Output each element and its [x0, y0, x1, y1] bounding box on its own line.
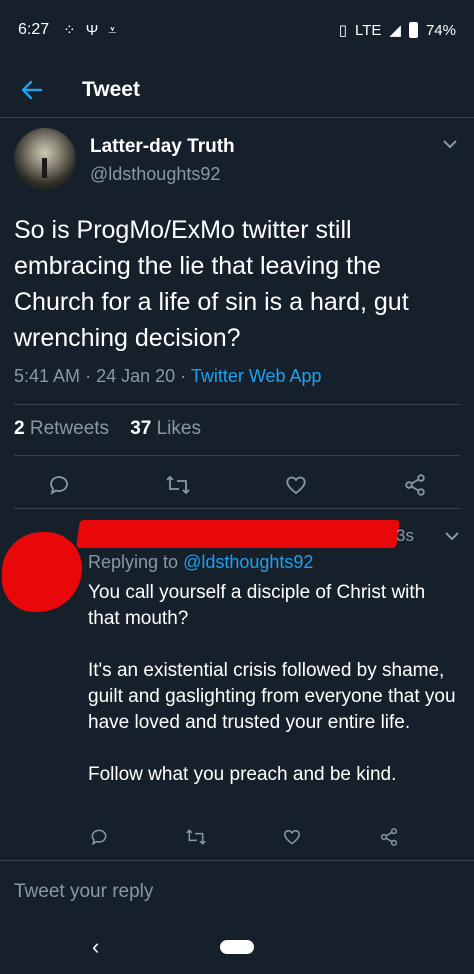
chevron-down-icon: [443, 140, 457, 149]
tweet-meta: 5:41 AM · 24 Jan 20 · Twitter Web App: [14, 366, 460, 387]
network-type: LTE: [355, 21, 382, 39]
retweets-label: Retweets: [29, 418, 110, 439]
status-right: ▯ LTE ◢ 74%: [338, 21, 456, 40]
reply-menu-button[interactable]: [444, 528, 460, 546]
signal-strength-icon: ◢: [389, 22, 401, 39]
reply-actions: [84, 822, 404, 852]
redaction-mark: [76, 520, 400, 548]
replying-label: Replying to: [88, 552, 179, 572]
status-left-icons: ⁘ Ψ ⩡: [63, 21, 117, 40]
author-handle[interactable]: @ldsthoughts92: [90, 164, 235, 185]
heart-icon: [284, 830, 301, 845]
like-button[interactable]: [281, 470, 311, 500]
likes-count: 37: [130, 418, 152, 439]
share-icon: [380, 828, 398, 846]
divider: [14, 508, 460, 509]
tweet-date: 24 Jan 20: [96, 366, 176, 386]
share-button[interactable]: [374, 822, 404, 852]
main-tweet: Latter-day Truth @ldsthoughts92 So is Pr…: [14, 128, 460, 387]
retweet-button[interactable]: [163, 470, 193, 500]
page-title: Tweet: [82, 77, 140, 101]
reply-composer[interactable]: Tweet your reply: [0, 860, 474, 922]
app-bar: Tweet: [0, 62, 474, 118]
author-name[interactable]: Latter-day Truth: [90, 136, 235, 158]
reply-paragraph: It's an existential crisis followed by s…: [88, 660, 456, 733]
home-pill-icon[interactable]: [220, 940, 254, 954]
likes-label: Likes: [156, 418, 201, 439]
meta-separator: ·: [85, 366, 97, 386]
signal-dots-icon: ⁘: [63, 22, 76, 39]
comment-icon: [91, 829, 107, 846]
share-icon: [405, 474, 425, 496]
tweet-author[interactable]: Latter-day Truth @ldsthoughts92: [14, 128, 460, 198]
share-button[interactable]: [400, 470, 430, 500]
tweet-source-link[interactable]: Twitter Web App: [191, 366, 322, 386]
vibrate-icon: ▯: [338, 22, 348, 39]
reply-paragraph: You call yourself a disciple of Christ w…: [88, 582, 426, 629]
reply-time: 3s: [396, 526, 414, 545]
replying-to: Replying to @ldsthoughts92: [88, 552, 313, 573]
like-button[interactable]: [277, 822, 307, 852]
replying-handle-link[interactable]: @ldsthoughts92: [183, 552, 313, 572]
reply-paragraph: Follow what you preach and be kind.: [88, 764, 397, 785]
retweet-icon: [185, 829, 206, 845]
battery-percent: 74%: [425, 21, 456, 39]
system-nav-bar: ‹: [0, 922, 474, 974]
reply-text: You call yourself a disciple of Christ w…: [88, 580, 458, 814]
download-done-icon: ⩡: [108, 21, 117, 39]
comment-icon: [50, 476, 68, 495]
retweet-button[interactable]: [181, 822, 211, 852]
battery-icon: [408, 22, 418, 38]
retweets-stat[interactable]: 2 Retweets: [14, 418, 109, 439]
arrow-left-icon: [21, 80, 43, 99]
back-button[interactable]: [0, 62, 64, 118]
retweets-count: 2: [14, 418, 25, 439]
tweet-time: 5:41 AM: [14, 366, 81, 386]
divider: [14, 455, 460, 456]
tweet-menu-button[interactable]: [442, 136, 458, 154]
avatar[interactable]: [14, 128, 76, 190]
meta-separator: ·: [180, 366, 191, 386]
reply-input-placeholder[interactable]: Tweet your reply: [14, 881, 153, 903]
divider: [14, 404, 460, 405]
system-back-icon[interactable]: ‹: [92, 934, 99, 960]
heart-icon: [286, 476, 306, 495]
tweet-stats: 2 Retweets 37 Likes: [14, 418, 201, 440]
reply-button[interactable]: [44, 470, 74, 500]
antenna-icon: Ψ: [85, 21, 99, 39]
reply-button[interactable]: [84, 822, 114, 852]
retweet-icon: [166, 475, 190, 495]
tweet-text: So is ProgMo/ExMo twitter still embracin…: [14, 216, 409, 352]
likes-stat[interactable]: 37 Likes: [130, 418, 201, 439]
status-time: 6:27: [18, 21, 50, 38]
redaction-mark: [2, 532, 82, 612]
status-bar: 6:27 ⁘ Ψ ⩡ ▯ LTE ◢ 74%: [0, 0, 474, 60]
tweet-actions: [14, 470, 460, 500]
chevron-down-icon: [445, 532, 459, 541]
